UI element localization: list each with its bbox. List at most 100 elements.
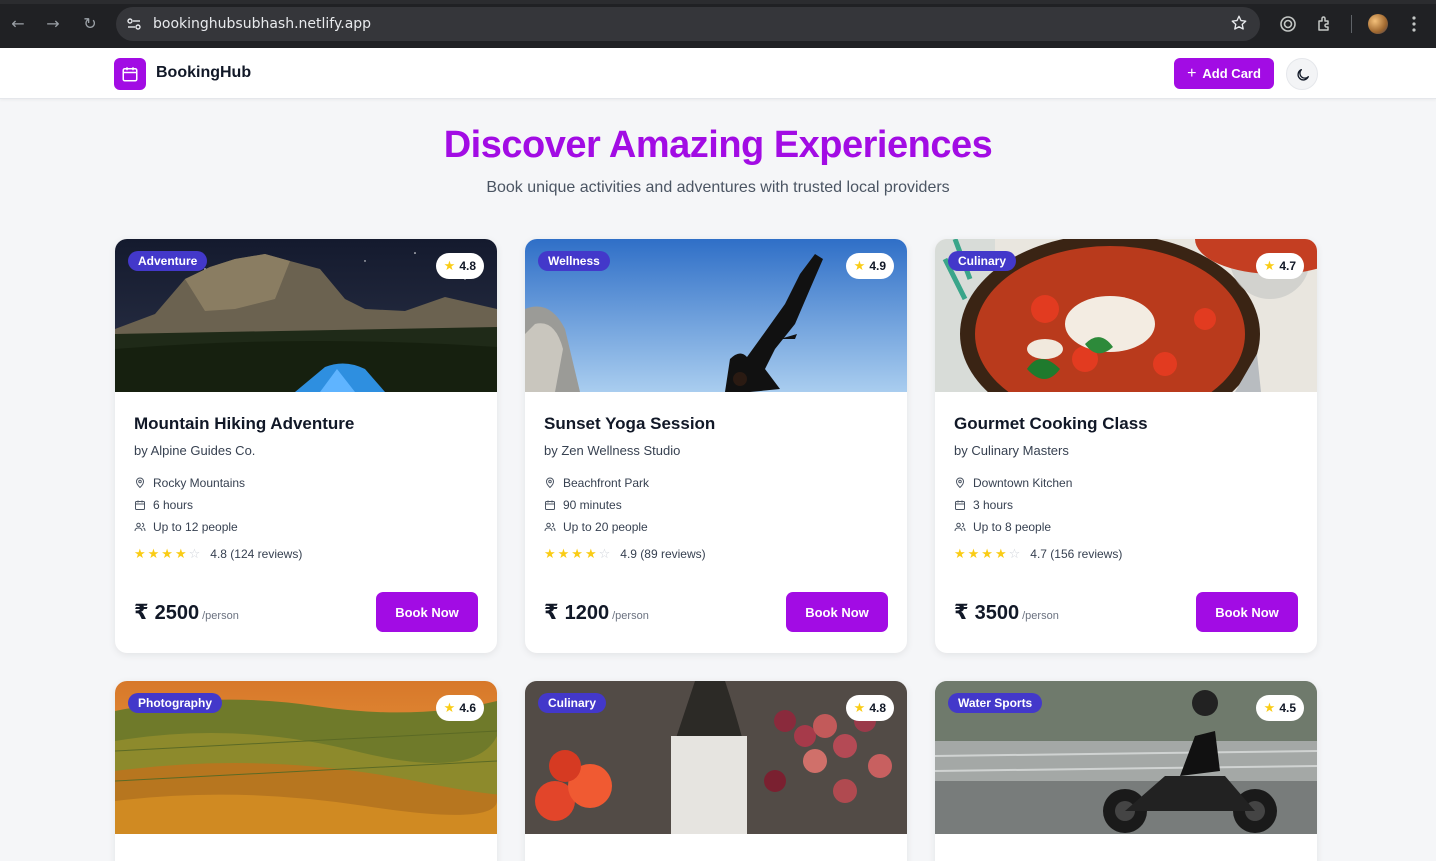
bookmark-star-icon[interactable] bbox=[1230, 14, 1248, 32]
price-unit: /person bbox=[612, 609, 649, 622]
map-pin-icon bbox=[135, 477, 145, 489]
rating-badge: ★ 4.7 bbox=[1255, 253, 1304, 279]
rating-value: 4.7 bbox=[1279, 259, 1296, 273]
capacity-text: Up to 8 people bbox=[973, 520, 1052, 534]
calendar-icon bbox=[135, 500, 145, 510]
rating-value: 4.9 bbox=[869, 259, 886, 273]
book-now-button[interactable]: Book Now bbox=[786, 592, 888, 632]
category-badge: Photography bbox=[128, 693, 222, 713]
review-summary: ★★★★☆ 4.9 (89 reviews) bbox=[544, 545, 888, 563]
experience-image: Culinary ★ 4.7 bbox=[935, 239, 1317, 392]
add-card-button[interactable]: + Add Card bbox=[1174, 58, 1274, 89]
capacity-row: Up to 8 people bbox=[954, 516, 1298, 538]
star-icon: ★ bbox=[443, 258, 456, 274]
profile-avatar[interactable] bbox=[1368, 14, 1388, 34]
provider-name: by Alpine Guides Co. bbox=[134, 443, 256, 458]
map-pin-icon bbox=[955, 477, 965, 489]
star-icon: ★ bbox=[853, 258, 866, 274]
rupee-icon: ₹ bbox=[954, 599, 969, 624]
star-icon: ★ bbox=[1263, 700, 1276, 716]
price-unit: /person bbox=[202, 609, 239, 622]
experience-card: Adventure ★ 4.8 Mountain Hiking Adventure… bbox=[115, 239, 497, 653]
location-text: Rocky Mountains bbox=[153, 476, 246, 490]
experience-title[interactable]: Gourmet Cooking Class bbox=[954, 414, 1298, 434]
category-badge: Water Sports bbox=[948, 693, 1043, 713]
price-amount: 1200 bbox=[564, 601, 610, 624]
capacity-text: Up to 20 people bbox=[563, 520, 648, 534]
location-text: Downtown Kitchen bbox=[973, 476, 1073, 490]
add-card-label: Add Card bbox=[1202, 66, 1261, 81]
price-unit: /person bbox=[1022, 609, 1059, 622]
app-navbar: BookingHub + Add Card bbox=[0, 48, 1436, 99]
reviews-text: 4.7 (156 reviews) bbox=[1030, 547, 1123, 561]
calendar-icon bbox=[955, 500, 965, 510]
extensions-icon[interactable] bbox=[1315, 14, 1335, 34]
price-amount: 2500 bbox=[154, 601, 200, 624]
reviews-text: 4.8 (124 reviews) bbox=[210, 547, 303, 561]
star-rating-icons: ★★★★☆ bbox=[954, 546, 1023, 562]
more-menu-icon[interactable] bbox=[1404, 14, 1424, 34]
review-summary: ★★★★☆ 4.8 (124 reviews) bbox=[134, 545, 478, 563]
theme-toggle-button[interactable] bbox=[1286, 58, 1318, 90]
book-now-button[interactable]: Book Now bbox=[1196, 592, 1298, 632]
star-icon: ★ bbox=[443, 700, 456, 716]
duration-text: 3 hours bbox=[973, 498, 1014, 512]
capacity-row: Up to 12 people bbox=[134, 516, 478, 538]
price: ₹3500/person bbox=[954, 600, 1059, 625]
duration-text: 6 hours bbox=[153, 498, 194, 512]
rating-value: 4.8 bbox=[869, 701, 886, 715]
experience-title[interactable]: Sunset Yoga Session bbox=[544, 414, 888, 434]
experience-card: Culinary ★ 4.7 Gourmet Cooking Class by C… bbox=[935, 239, 1317, 653]
record-icon[interactable] bbox=[1278, 14, 1298, 34]
back-arrow-icon[interactable]: ← bbox=[8, 14, 28, 34]
book-now-button[interactable]: Book Now bbox=[376, 592, 478, 632]
rupee-icon: ₹ bbox=[134, 599, 149, 624]
browser-toolbar: ← → ↻ bookinghubsubhash.netlify.app bbox=[0, 0, 1436, 48]
experience-image: Photography ★ 4.6 bbox=[115, 681, 497, 834]
users-icon bbox=[954, 522, 966, 532]
users-icon bbox=[134, 522, 146, 532]
experience-card: Wellness ★ 4.9 Sunset Yoga Session by Zen… bbox=[525, 239, 907, 653]
star-icon: ★ bbox=[853, 700, 866, 716]
calendar-icon bbox=[545, 500, 555, 510]
category-badge: Culinary bbox=[948, 251, 1017, 271]
star-rating-icons: ★★★★☆ bbox=[544, 546, 613, 562]
experience-title[interactable]: Mountain Hiking Adventure bbox=[134, 414, 478, 434]
address-bar[interactable]: bookinghubsubhash.netlify.app bbox=[116, 7, 1260, 41]
capacity-text: Up to 12 people bbox=[153, 520, 238, 534]
capacity-row: Up to 20 people bbox=[544, 516, 888, 538]
duration-text: 90 minutes bbox=[563, 498, 622, 512]
logo[interactable] bbox=[114, 58, 146, 90]
users-icon bbox=[544, 522, 556, 532]
tab-strip bbox=[0, 0, 1436, 4]
rating-value: 4.6 bbox=[459, 701, 476, 715]
rupee-icon: ₹ bbox=[544, 599, 559, 624]
location-row: Rocky Mountains bbox=[134, 472, 478, 494]
duration-row: 6 hours bbox=[134, 494, 478, 516]
site-settings-icon[interactable] bbox=[126, 16, 142, 32]
brand-name[interactable]: BookingHub bbox=[156, 64, 251, 82]
reviews-text: 4.9 (89 reviews) bbox=[620, 547, 706, 561]
star-icon: ★ bbox=[1263, 258, 1276, 274]
experience-card: Photography ★ 4.6 bbox=[115, 681, 497, 861]
toolbar-divider bbox=[1351, 15, 1352, 33]
provider-name: by Culinary Masters bbox=[954, 443, 1069, 458]
experience-image: Wellness ★ 4.9 bbox=[525, 239, 907, 392]
moon-icon bbox=[1297, 69, 1309, 81]
category-badge: Culinary bbox=[538, 693, 607, 713]
duration-row: 90 minutes bbox=[544, 494, 888, 516]
price: ₹2500/person bbox=[134, 600, 239, 625]
reload-icon[interactable]: ↻ bbox=[80, 14, 100, 34]
experience-card: Water Sports ★ 4.5 bbox=[935, 681, 1317, 861]
location-row: Beachfront Park bbox=[544, 472, 888, 494]
location-text: Beachfront Park bbox=[563, 476, 650, 490]
page-title: Discover Amazing Experiences bbox=[443, 124, 993, 166]
page-subtitle: Book unique activities and adventures wi… bbox=[486, 179, 950, 196]
forward-arrow-icon[interactable]: → bbox=[43, 14, 63, 34]
url-text[interactable]: bookinghubsubhash.netlify.app bbox=[153, 16, 371, 32]
rating-badge: ★ 4.8 bbox=[845, 695, 894, 721]
rating-badge: ★ 4.6 bbox=[435, 695, 484, 721]
provider-name: by Zen Wellness Studio bbox=[544, 443, 681, 458]
calendar-icon bbox=[122, 67, 138, 82]
experience-image: Adventure ★ 4.8 bbox=[115, 239, 497, 392]
